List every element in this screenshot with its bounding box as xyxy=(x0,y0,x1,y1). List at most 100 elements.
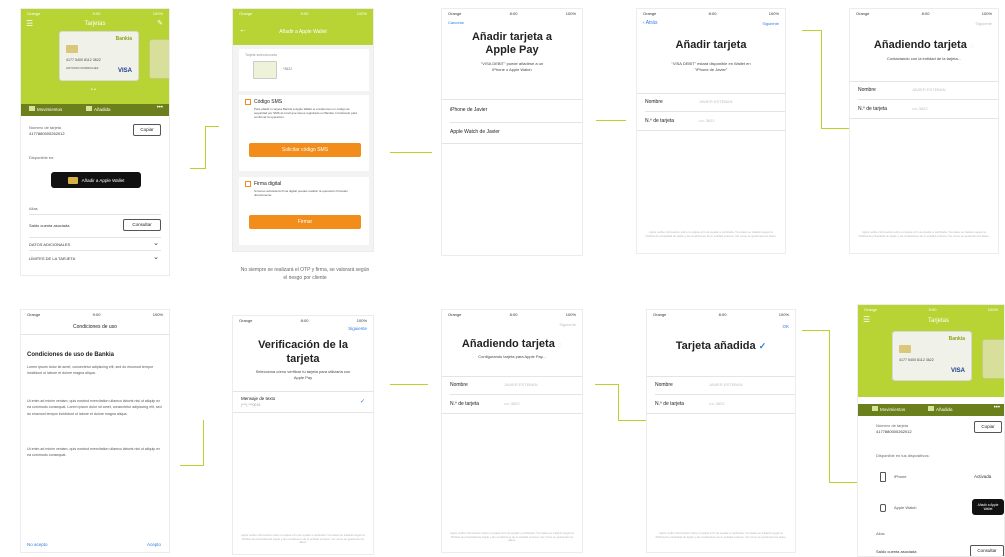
connector xyxy=(829,482,857,483)
page-dots: • • xyxy=(91,87,96,93)
more-icon[interactable]: ••• xyxy=(157,105,163,111)
legal-text: Apple recibe información sobre tu tarjet… xyxy=(241,533,365,545)
page-title-text: Añadiendo tarjeta xyxy=(461,338,555,350)
hamburger-icon[interactable]: ☰ xyxy=(863,315,870,324)
watch-add-wallet-button[interactable]: Añadir a Apple Wallet xyxy=(972,499,1004,515)
visa-logo: VISA xyxy=(117,68,132,74)
carrier-label: Orange xyxy=(864,306,878,312)
limits-row[interactable]: LÍMITES DE LA TARJETA xyxy=(29,256,75,261)
copy-button[interactable]: Copiar xyxy=(133,124,161,136)
screen-adding-card: Orange 8:00 100% Siguiente Añadiendo tarje… xyxy=(849,8,999,254)
page-title: Tarjetas xyxy=(928,318,950,324)
divider xyxy=(442,376,582,377)
card-number-label: N.º de tarjeta xyxy=(645,118,675,124)
tab-movements[interactable]: Movimientos xyxy=(29,106,62,112)
signature-description: Si tienes activada la firma digital pued… xyxy=(254,189,348,198)
consult-button[interactable]: Consultar xyxy=(123,219,161,231)
card-number: 4177 5400 8112 3622 xyxy=(66,58,101,62)
divider xyxy=(645,111,785,112)
signature-checkbox[interactable] xyxy=(245,181,251,187)
card-number-field: •••• 3622 xyxy=(709,401,725,406)
more-icon[interactable]: ••• xyxy=(994,405,1000,411)
page-title: Añadiendo tarjeta ◌ xyxy=(850,39,998,51)
name-field: JAVIER ESTEBAN xyxy=(504,382,538,387)
status-bar: Orange 9:00 100% xyxy=(233,9,373,17)
connector xyxy=(205,126,219,127)
status-bar: Orange 8:00 100% xyxy=(850,9,998,17)
sms-panel: Código SMS Para añadir tu tarjeta Bankia… xyxy=(239,95,369,171)
extra-data-row[interactable]: DATOS ADICIONALES xyxy=(29,242,70,247)
sms-option[interactable]: Mensaje de texto xyxy=(241,396,275,401)
device-option-watch[interactable]: Apple Watch de Javier xyxy=(450,129,500,135)
page-title: Añadiendo tarjeta ◌ xyxy=(442,338,582,350)
time-label: 8:00 xyxy=(300,317,309,323)
name-field: JAVIER ESTEBAN xyxy=(709,382,743,387)
iphone-icon xyxy=(880,472,886,482)
bank-logo: Bankia xyxy=(115,36,132,42)
name-field[interactable]: JAVIER ESTEBAN xyxy=(699,99,733,104)
device-option-iphone[interactable]: iPhone de Javier xyxy=(450,107,487,113)
chevron-down-icon[interactable]: ⌄ xyxy=(153,253,159,261)
back-button[interactable]: ‹ Atrás xyxy=(643,20,657,26)
divider xyxy=(637,130,785,131)
connector xyxy=(180,465,204,466)
page-title: Añadir tarjeta xyxy=(675,39,747,51)
connector xyxy=(595,384,619,385)
connector xyxy=(203,420,204,466)
screen-add-wallet: Orange 9:00 100% ← Añadir a Apple Wallet T… xyxy=(232,8,374,252)
next-button[interactable]: Siguiente xyxy=(559,322,576,327)
status-bar: Orange 8:00 100% xyxy=(442,310,582,318)
pencil-icon[interactable]: ✎ xyxy=(157,19,163,27)
tab-added[interactable]: Añadida xyxy=(86,106,111,112)
card-number: 4177 5400 8112 3622 xyxy=(899,358,934,362)
card-image: Bankia 4177 5400 8112 3622 ANTONIO RODRI… xyxy=(59,31,139,81)
watch-label: Apple Watch xyxy=(894,505,917,510)
card-number-value: 4177880000262012 xyxy=(876,429,912,434)
spinner-icon: ◌ xyxy=(969,43,975,50)
time-label: 8:00 xyxy=(509,311,518,317)
chip-icon xyxy=(66,45,78,53)
page-subtitle: Configurando tarjeta para Apple Pay... xyxy=(478,354,546,359)
available-label: Disponible en: xyxy=(29,155,55,160)
battery-label: 100% xyxy=(565,10,576,16)
page-title: Añadir a Apple Wallet xyxy=(279,29,327,35)
divider xyxy=(29,237,161,238)
page-title-text: Añadiendo tarjeta xyxy=(873,39,967,51)
next-button[interactable]: Siguiente xyxy=(975,21,992,26)
consult-button[interactable]: Consultar xyxy=(970,545,1004,556)
wallet-button-label: Añadir a Apple Wallet xyxy=(81,177,125,183)
card-number-field[interactable]: •••• 3622 xyxy=(699,118,715,123)
sms-checkbox[interactable] xyxy=(245,99,251,105)
decline-button[interactable]: No acepto xyxy=(27,542,48,547)
name-label: Nombre xyxy=(450,382,468,388)
time-label: 9:00 xyxy=(300,10,309,16)
iphone-label: iPhone xyxy=(894,474,907,479)
tab-movements[interactable]: Movimientos xyxy=(872,406,905,412)
card-caption: Tarjeta seleccionada xyxy=(245,53,277,57)
add-to-wallet-button[interactable]: Añadir a Apple Wallet xyxy=(51,172,141,188)
card-number-label: N.º de tarjeta xyxy=(655,401,685,407)
balance-label: Saldo cuenta asociada xyxy=(29,223,70,228)
request-sms-button[interactable]: Solicitar código SMS xyxy=(249,143,361,157)
copy-button[interactable]: Copiar xyxy=(974,421,1002,433)
chevron-down-icon[interactable]: ⌄ xyxy=(153,239,159,247)
time-label: 9:00 xyxy=(92,10,101,16)
time-label: 9:00 xyxy=(92,311,101,317)
carrier-label: Orange xyxy=(27,311,41,317)
available-label: Disponible en tus dispositivos: xyxy=(876,453,930,458)
tab-movements-label: Movimientos xyxy=(880,407,906,412)
sign-button[interactable]: Firmar xyxy=(249,215,361,229)
time-label: 8:00 xyxy=(509,10,518,16)
ok-button[interactable]: OK xyxy=(782,324,789,329)
signature-title: Firma digital xyxy=(254,181,282,187)
legal-text: Apple recibe información sobre tu tarjet… xyxy=(655,531,787,539)
battery-label: 100% xyxy=(152,10,163,16)
status-bar: Orange 8:00 100% xyxy=(442,9,582,17)
accept-button[interactable]: Acepto xyxy=(147,542,161,547)
divider xyxy=(21,334,169,335)
next-button[interactable]: Siguiente xyxy=(762,21,779,26)
tab-added-label: Añadida xyxy=(94,107,111,112)
next-button[interactable]: Siguiente xyxy=(348,326,367,331)
tab-added[interactable]: Añadida xyxy=(928,406,953,412)
cancel-button[interactable]: Cancelar xyxy=(448,20,464,25)
